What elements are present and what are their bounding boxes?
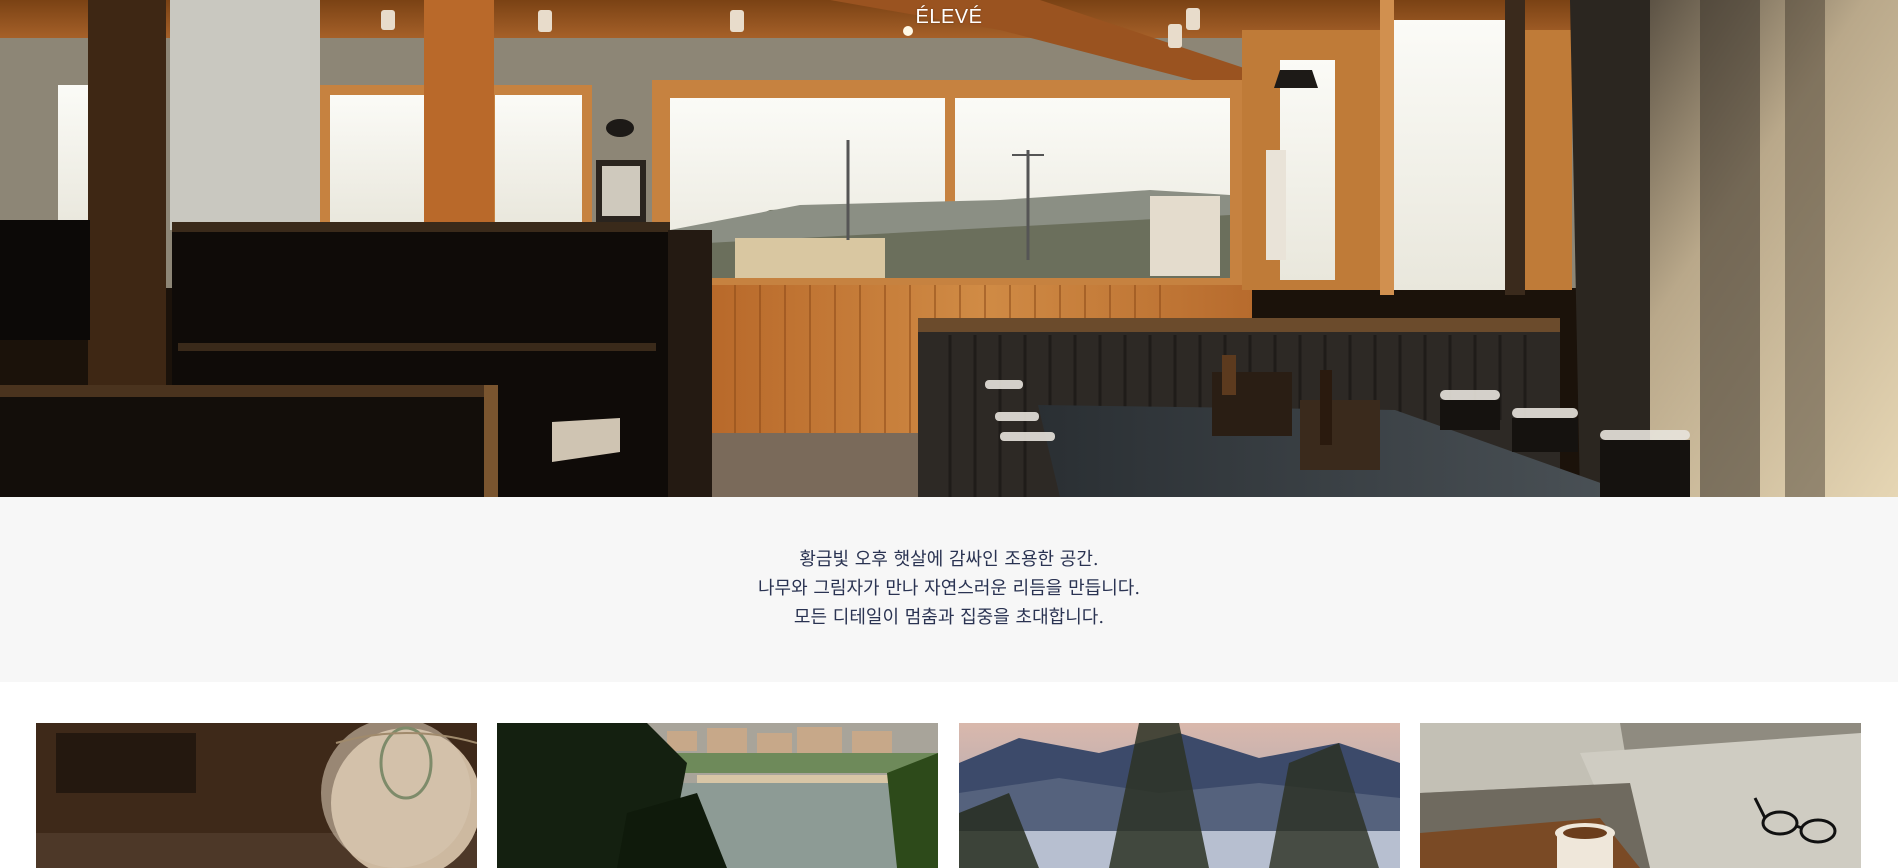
intro-line-2: 나무와 그림자가 만나 자연스러운 리듬을 만듭니다.: [757, 578, 1141, 599]
coffee-glasses-photo: [1420, 723, 1861, 868]
river-town-photo: [497, 723, 938, 868]
gallery-item-coffee-glasses[interactable]: [1420, 723, 1861, 868]
gallery-item-mountain-lake[interactable]: [959, 723, 1400, 868]
intro-section: 황금빛 오후 햇살에 감싸인 조용한 공간. 나무와 그림자가 만나 자연스러운…: [0, 497, 1898, 682]
hero-image: [0, 0, 1898, 497]
page: ÉLEVÉ 황금빛 오후 햇살에 감싸인 조용한 공간. 나무와 그림자가 만나…: [0, 0, 1898, 868]
globe-photo: [36, 723, 477, 868]
intro-line-1: 황금빛 오후 햇살에 감싸인 조용한 공간.: [799, 549, 1099, 570]
intro-text: 황금빛 오후 햇살에 감싸인 조용한 공간. 나무와 그림자가 만나 자연스러운…: [0, 545, 1898, 632]
mountain-lake-photo: [959, 723, 1400, 868]
hero-banner: ÉLEVÉ: [0, 0, 1898, 497]
photo-gallery: [0, 682, 1898, 868]
intro-line-3: 모든 디테일이 멈춤과 집중을 초대합니다.: [793, 607, 1105, 628]
brand-logo[interactable]: ÉLEVÉ: [0, 6, 1898, 29]
gallery-item-globe[interactable]: [36, 723, 477, 868]
gallery-item-river-town[interactable]: [497, 723, 938, 868]
